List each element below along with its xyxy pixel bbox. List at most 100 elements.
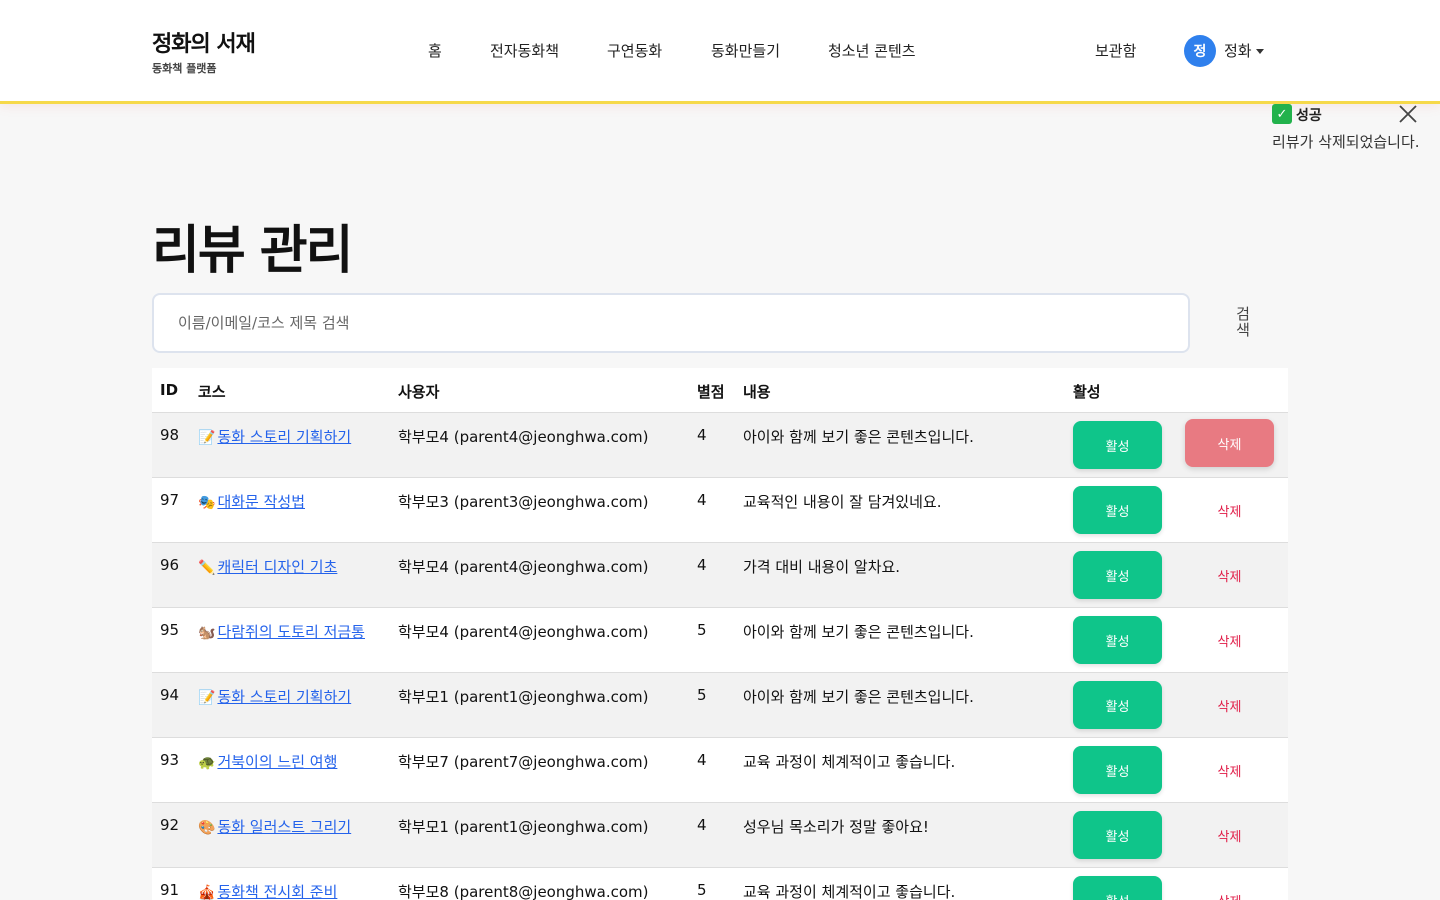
active-toggle-button[interactable]: 활성 <box>1073 486 1162 534</box>
toast-title: 성공 <box>1296 108 1322 124</box>
reviews-table: ID 코스 사용자 별점 내용 활성 98 📝 동화 스토리 기획하기 학부모4 … <box>152 368 1288 900</box>
review-user: 학부모4 (parent4@jeonghwa.com) <box>398 428 649 446</box>
course-title: 캐릭터 디자인 기초 <box>217 558 338 576</box>
review-content: 아이와 함께 보기 좋은 콘텐츠입니다. <box>743 428 974 446</box>
course-emoji-icon: 📝 <box>198 430 216 446</box>
course-link[interactable]: ✏️ 캐릭터 디자인 기초 <box>198 556 337 577</box>
user-menu-name[interactable]: 정화 <box>1224 40 1252 61</box>
success-toast: ✓ 성공 리뷰가 삭제되었습니다. <box>1272 104 1432 154</box>
nav-item-create-story[interactable]: 동화만들기 <box>711 40 780 61</box>
review-content: 아이와 함께 보기 좋은 콘텐츠입니다. <box>743 688 974 706</box>
delete-button[interactable]: 삭제 <box>1185 813 1274 857</box>
table-row: 91 🎪 동화책 전시회 준비 학부모8 (parent8@jeonghwa.co… <box>152 868 1288 900</box>
nav-item-storytelling[interactable]: 구연동화 <box>607 40 662 61</box>
active-toggle-button[interactable]: 활성 <box>1073 876 1162 900</box>
review-id: 92 <box>160 816 180 834</box>
nav-item-ebooks[interactable]: 전자동화책 <box>490 40 559 61</box>
course-emoji-icon: 📝 <box>198 690 216 706</box>
search-button-label: 검 색 <box>1236 305 1250 339</box>
active-toggle-button[interactable]: 활성 <box>1073 551 1162 599</box>
review-id: 96 <box>160 556 180 574</box>
delete-button[interactable]: 삭제 <box>1185 618 1274 662</box>
review-rating: 4 <box>697 491 707 509</box>
review-user: 학부모7 (parent7@jeonghwa.com) <box>398 753 649 771</box>
review-rating: 4 <box>697 816 707 834</box>
course-emoji-icon: 🎭 <box>198 495 216 511</box>
close-icon[interactable] <box>1398 104 1418 124</box>
review-rating: 5 <box>697 621 707 639</box>
course-link[interactable]: 🎪 동화책 전시회 준비 <box>198 881 337 900</box>
course-title: 다람쥐의 도토리 저금통 <box>217 623 365 641</box>
table-header: ID 코스 사용자 별점 내용 활성 <box>152 368 1288 413</box>
table-row: 97 🎭 대화문 작성법 학부모3 (parent3@jeonghwa.com) … <box>152 478 1288 543</box>
course-link[interactable]: 🐢 거북이의 느린 여행 <box>198 751 337 772</box>
course-link[interactable]: 🎨 동화 일러스트 그리기 <box>198 816 351 837</box>
course-emoji-icon: ✏️ <box>198 560 216 576</box>
course-title: 동화 스토리 기획하기 <box>217 428 352 446</box>
search-input[interactable] <box>152 293 1190 353</box>
column-header-course: 코스 <box>198 383 226 401</box>
active-toggle-button[interactable]: 활성 <box>1073 746 1162 794</box>
review-id: 97 <box>160 491 180 509</box>
review-content: 성우님 목소리가 정말 좋아요! <box>743 818 929 836</box>
review-user: 학부모3 (parent3@jeonghwa.com) <box>398 493 649 511</box>
table-row: 92 🎨 동화 일러스트 그리기 학부모1 (parent1@jeonghwa.c… <box>152 803 1288 868</box>
review-id: 93 <box>160 751 180 769</box>
review-id: 95 <box>160 621 180 639</box>
course-emoji-icon: 🐿️ <box>198 625 216 641</box>
column-header-active: 활성 <box>1073 383 1101 401</box>
check-icon: ✓ <box>1272 104 1292 124</box>
nav-item-storage[interactable]: 보관함 <box>1095 40 1136 61</box>
delete-button[interactable]: 삭제 <box>1185 748 1274 792</box>
column-header-rating: 별점 <box>697 383 725 401</box>
course-link[interactable]: 📝 동화 스토리 기획하기 <box>198 426 351 447</box>
course-link[interactable]: 📝 동화 스토리 기획하기 <box>198 686 351 707</box>
column-header-user: 사용자 <box>398 383 440 401</box>
column-header-content: 내용 <box>743 383 771 401</box>
course-emoji-icon: 🎪 <box>198 885 216 900</box>
active-toggle-button[interactable]: 활성 <box>1073 616 1162 664</box>
delete-button[interactable]: 삭제 <box>1185 419 1274 467</box>
review-rating: 4 <box>697 426 707 444</box>
course-emoji-icon: 🐢 <box>198 755 216 771</box>
avatar[interactable]: 정 <box>1184 35 1216 67</box>
review-id: 94 <box>160 686 180 704</box>
course-link[interactable]: 🎭 대화문 작성법 <box>198 491 305 512</box>
course-title: 거북이의 느린 여행 <box>217 753 338 771</box>
table-body: 98 📝 동화 스토리 기획하기 학부모4 (parent4@jeonghwa.c… <box>152 413 1288 900</box>
review-user: 학부모1 (parent1@jeonghwa.com) <box>398 818 649 836</box>
review-content: 교육 과정이 체계적이고 좋습니다. <box>743 753 956 771</box>
page-title: 리뷰 관리 <box>152 221 353 281</box>
course-title: 동화 스토리 기획하기 <box>217 688 352 706</box>
nav-item-youth-content[interactable]: 청소년 콘텐츠 <box>828 40 916 61</box>
course-emoji-icon: 🎨 <box>198 820 216 836</box>
table-row: 96 ✏️ 캐릭터 디자인 기초 학부모4 (parent4@jeonghwa.c… <box>152 543 1288 608</box>
delete-button[interactable]: 삭제 <box>1185 488 1274 532</box>
table-row: 95 🐿️ 다람쥐의 도토리 저금통 학부모4 (parent4@jeonghwa… <box>152 608 1288 673</box>
review-content: 가격 대비 내용이 알차요. <box>743 558 901 576</box>
active-toggle-button[interactable]: 활성 <box>1073 681 1162 729</box>
review-id: 98 <box>160 426 180 444</box>
course-title: 동화책 전시회 준비 <box>217 883 338 900</box>
course-title: 대화문 작성법 <box>217 493 306 511</box>
chevron-down-icon[interactable] <box>1256 49 1264 54</box>
review-user: 학부모1 (parent1@jeonghwa.com) <box>398 688 649 706</box>
review-rating: 5 <box>697 881 707 899</box>
delete-button[interactable]: 삭제 <box>1185 878 1274 900</box>
active-toggle-button[interactable]: 활성 <box>1073 421 1162 469</box>
nav-item-home[interactable]: 홈 <box>428 40 442 61</box>
review-content: 교육 과정이 체계적이고 좋습니다. <box>743 883 956 900</box>
review-user: 학부모8 (parent8@jeonghwa.com) <box>398 883 649 900</box>
review-user: 학부모4 (parent4@jeonghwa.com) <box>398 558 649 576</box>
course-title: 동화 일러스트 그리기 <box>217 818 352 836</box>
toast-message: 리뷰가 삭제되었습니다. <box>1272 133 1420 151</box>
delete-button[interactable]: 삭제 <box>1185 553 1274 597</box>
review-user: 학부모4 (parent4@jeonghwa.com) <box>398 623 649 641</box>
course-link[interactable]: 🐿️ 다람쥐의 도토리 저금통 <box>198 621 365 642</box>
search-button[interactable]: 검 색 <box>1228 306 1258 338</box>
review-id: 91 <box>160 881 180 899</box>
active-toggle-button[interactable]: 활성 <box>1073 811 1162 859</box>
delete-button[interactable]: 삭제 <box>1185 683 1274 727</box>
table-row: 94 📝 동화 스토리 기획하기 학부모1 (parent1@jeonghwa.c… <box>152 673 1288 738</box>
review-content: 아이와 함께 보기 좋은 콘텐츠입니다. <box>743 623 974 641</box>
